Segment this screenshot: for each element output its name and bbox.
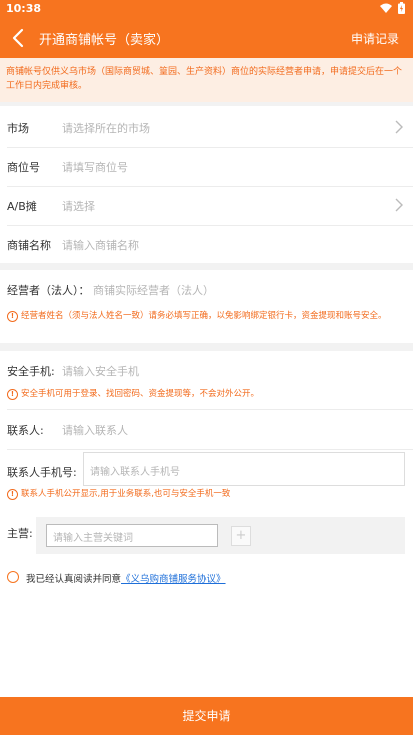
ab-stall-label: A/B摊 <box>7 200 37 213</box>
contact-person-field[interactable]: 联系人: 请输入联系人 <box>0 410 413 449</box>
contact-person-label: 联系人: <box>7 424 44 437</box>
submit-button[interactable]: 提交申请 <box>0 697 413 735</box>
market-label: 市场 <box>7 122 29 135</box>
shop-name-placeholder: 请输入商铺名称 <box>62 239 139 252</box>
battery-icon <box>398 2 405 14</box>
operator-placeholder: 商铺实际经营者（法人） <box>93 284 214 297</box>
info-icon: ! <box>7 389 18 400</box>
notice-banner: 商铺帐号仅供义乌市场（国际商贸城、篁园、生产资料）商位的实际经营者申请，申请提交… <box>0 58 413 102</box>
safety-phone-warning: ! 安全手机可用于登录、找回密码、资金提现等，不会对外公开。 <box>7 388 407 401</box>
agreement-prefix: 我已经认真阅读并同意 <box>26 574 122 585</box>
booth-label: 商位号 <box>7 161 40 174</box>
safety-phone-field[interactable]: 安全手机: 请输入安全手机 <box>0 351 413 390</box>
operator-label: 经营者（法人）： <box>7 284 90 297</box>
operator-card: 经营者（法人）： 商铺实际经营者（法人） ! 经营者姓名（须与法人姓名一致）请务… <box>0 270 413 343</box>
chevron-right-icon <box>395 120 403 134</box>
booth-number-field[interactable]: 商位号 请填写商位号 <box>0 147 413 186</box>
page-title: 开通商铺帐号（卖家） <box>39 33 170 48</box>
main-business-placeholder: 请输入主营关键词 <box>53 533 133 544</box>
market-placeholder: 请选择所在的市场 <box>62 122 150 135</box>
contact-card: 安全手机: 请输入安全手机 ! 安全手机可用于登录、找回密码、资金提现等，不会对… <box>0 351 413 612</box>
status-icons <box>380 2 405 14</box>
info-icon: ! <box>7 311 18 322</box>
wifi-icon <box>380 3 392 13</box>
contact-person-placeholder: 请输入联系人 <box>62 424 128 437</box>
shop-name-label: 商铺名称 <box>7 239 51 252</box>
booth-placeholder: 请填写商位号 <box>62 161 128 174</box>
app-bar: 开通商铺帐号（卖家） 申请记录 <box>0 18 413 58</box>
safety-phone-placeholder: 请输入安全手机 <box>62 365 139 378</box>
operator-warning: ! 经营者姓名（须与法人姓名一致）请务必填写正确，以免影响绑定银行卡，资金提现和… <box>7 310 407 323</box>
chevron-right-icon <box>395 198 403 212</box>
operator-field[interactable]: 经营者（法人）： 商铺实际经营者（法人） <box>0 270 413 309</box>
safety-phone-label: 安全手机: <box>7 365 55 378</box>
agreement-text: 我已经认真阅读并同意《义乌购商铺服务协议》 <box>26 571 226 585</box>
page-background <box>0 612 413 697</box>
ab-stall-placeholder: 请选择 <box>62 200 95 213</box>
ab-stall-select[interactable]: A/B摊 请选择 <box>0 186 413 225</box>
shop-info-card: 市场 请选择所在的市场 商位号 请填写商位号 A/B摊 请选择 商铺名称 请输入… <box>0 106 413 263</box>
market-select[interactable]: 市场 请选择所在的市场 <box>0 108 413 147</box>
back-arrow-icon[interactable] <box>8 27 30 49</box>
divider <box>7 449 413 450</box>
contact-phone-warning-text: 联系人手机公开显示,用于业务联系,也可与安全手机一致 <box>21 489 231 499</box>
operator-warning-text: 经营者姓名（须与法人姓名一致）请务必填写正确，以免影响绑定银行卡，资金提现和账号… <box>21 311 387 321</box>
main-business-input[interactable]: 请输入主营关键词 <box>46 524 218 547</box>
service-agreement-link[interactable]: 《义乌购商铺服务协议》 <box>121 574 226 585</box>
info-icon: ! <box>7 489 18 500</box>
main-business-label: 主营: <box>7 527 33 540</box>
application-record-link[interactable]: 申请记录 <box>351 30 399 47</box>
status-time: 10:38 <box>6 2 42 15</box>
contact-phone-warning: ! 联系人手机公开显示,用于业务联系,也可与安全手机一致 <box>7 488 407 501</box>
contact-phone-input[interactable]: 请输入联系人手机号 <box>83 452 405 486</box>
shop-name-field[interactable]: 商铺名称 请输入商铺名称 <box>0 225 413 264</box>
safety-phone-warning-text: 安全手机可用于登录、找回密码、资金提现等，不会对外公开。 <box>21 389 260 399</box>
contact-phone-placeholder: 请输入联系人手机号 <box>90 467 180 478</box>
contact-phone-label: 联系人手机号: <box>7 466 77 479</box>
add-main-business-button[interactable]: + <box>231 526 251 546</box>
status-bar: 10:38 <box>0 0 413 18</box>
agreement-checkbox[interactable] <box>7 571 19 583</box>
